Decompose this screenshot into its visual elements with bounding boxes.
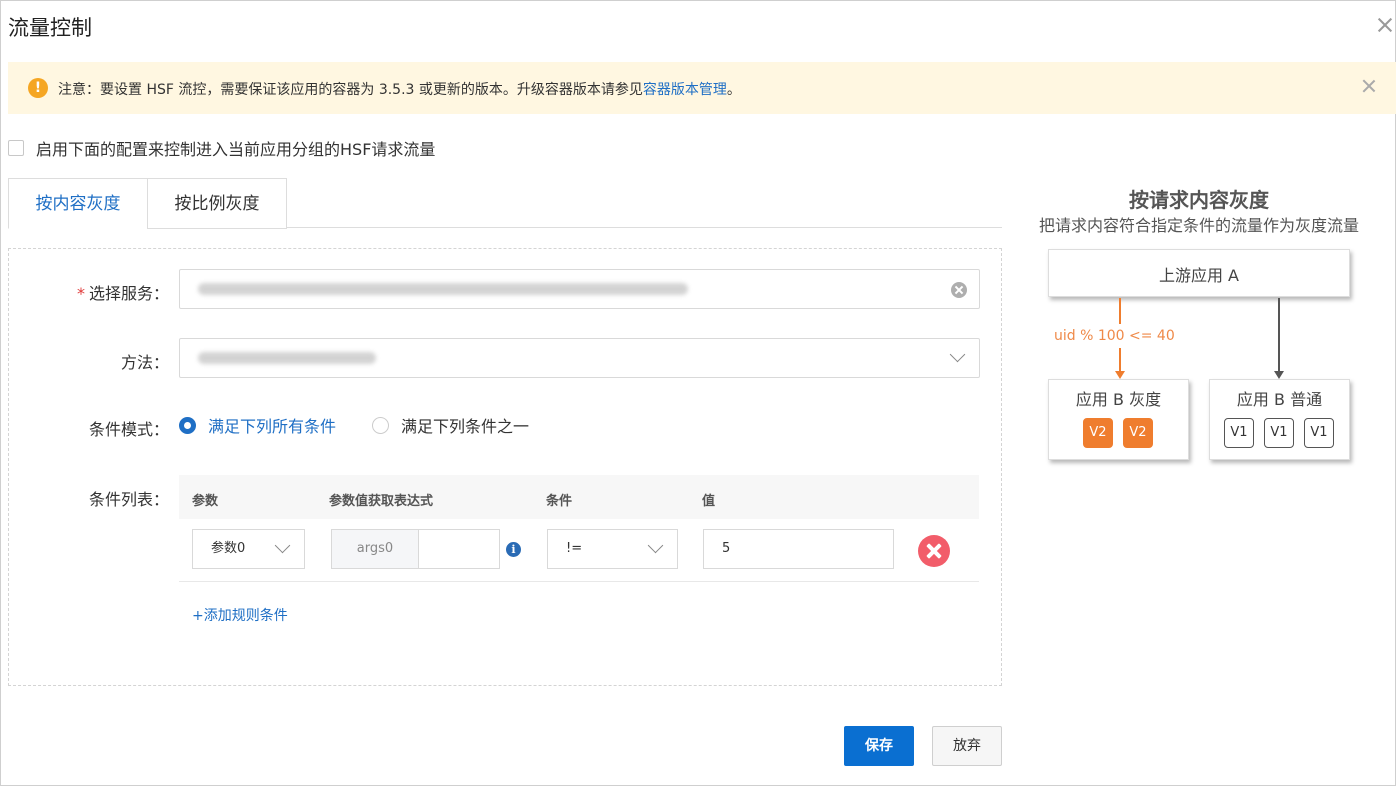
- notice-message: 注意：要设置 HSF 流控，需要保证该应用的容器为 3.5.3 或更新的版本。升…: [58, 82, 643, 98]
- value-input[interactable]: 5: [703, 529, 894, 569]
- save-button[interactable]: 保存: [844, 726, 914, 766]
- header-operator: 条件: [546, 494, 573, 509]
- notice-banner: ! 注意：要设置 HSF 流控，需要保证该应用的容器为 3.5.3 或更新的版本…: [8, 62, 1396, 114]
- operator-select[interactable]: !=: [547, 529, 678, 569]
- expr-input[interactable]: [418, 529, 500, 569]
- container-version-link[interactable]: 容器版本管理: [643, 82, 727, 98]
- close-icon[interactable]: [1376, 16, 1394, 34]
- operator-select-value: !=: [566, 541, 583, 556]
- mode-option-all-label: 满足下列所有条件: [208, 417, 337, 436]
- gray-diagram: 按请求内容灰度 把请求内容符合指定条件的流量作为灰度流量 上游应用 A uid …: [1004, 178, 1394, 478]
- enable-checkbox[interactable]: [8, 140, 24, 156]
- param-select-value: 参数0: [211, 541, 246, 556]
- version-chip: V1: [1304, 418, 1334, 448]
- service-label: * 选择服务：: [9, 280, 169, 304]
- mode-label: 条件模式：: [88, 420, 169, 439]
- delete-condition-icon[interactable]: [918, 535, 950, 567]
- normal-arrow-head: [1274, 371, 1284, 379]
- config-panel: * 选择服务： 方法： 条件模式： 满足下列所有条件 满足下列条件之一 条件列表：…: [8, 248, 1002, 686]
- version-chip: V2: [1083, 418, 1113, 448]
- info-icon[interactable]: i: [506, 542, 521, 557]
- param-select[interactable]: 参数0: [192, 529, 305, 569]
- service-value-redacted: [198, 283, 688, 295]
- expr-prefix: args0: [331, 529, 419, 569]
- notice-suffix: 。: [726, 82, 741, 98]
- header-value: 值: [702, 494, 716, 509]
- add-condition-link[interactable]: +添加规则条件: [192, 605, 288, 625]
- warning-icon: !: [28, 78, 48, 98]
- gray-app-label: 应用 B 灰度: [1075, 390, 1162, 409]
- normal-app-label: 应用 B 普通: [1236, 390, 1323, 409]
- header-expr: 参数值获取表达式: [329, 494, 434, 509]
- service-label-text: 选择服务：: [88, 284, 169, 303]
- mode-radio-all[interactable]: 满足下列所有条件: [179, 413, 336, 437]
- mode-option-any-label: 满足下列条件之一: [401, 417, 530, 436]
- notice-text: 注意：要设置 HSF 流控，需要保证该应用的容器为 3.5.3 或更新的版本。升…: [58, 79, 741, 99]
- mode-radio-any[interactable]: 满足下列条件之一: [372, 413, 529, 437]
- enable-row: 启用下面的配置来控制进入当前应用分组的HSF请求流量: [8, 136, 435, 160]
- table-header: 参数 参数值获取表达式 条件 值: [179, 475, 979, 519]
- tab-content-gray[interactable]: 按内容灰度: [8, 178, 148, 229]
- notice-close-icon[interactable]: [1362, 79, 1376, 93]
- mode-radio-group: 满足下列所有条件 满足下列条件之一: [179, 413, 565, 437]
- required-mark: *: [76, 284, 85, 303]
- radio-unchecked-icon: [372, 416, 390, 434]
- service-select[interactable]: [179, 269, 980, 309]
- method-value-redacted: [198, 352, 376, 364]
- dialog-title: 流量控制: [8, 16, 92, 40]
- enable-label: 启用下面的配置来控制进入当前应用分组的HSF请求流量: [36, 140, 436, 159]
- method-select[interactable]: [179, 338, 980, 378]
- gray-app-box: 应用 B 灰度 V2 V2: [1048, 379, 1189, 460]
- header-param: 参数: [192, 494, 219, 509]
- gray-arrow-head: [1115, 371, 1125, 379]
- chevron-down-icon: [949, 346, 966, 363]
- version-chip: V2: [1123, 418, 1153, 448]
- version-chip: V1: [1264, 418, 1294, 448]
- gray-condition-label: uid % 100 <= 40: [1054, 328, 1175, 344]
- version-chip: V1: [1224, 418, 1254, 448]
- clear-icon[interactable]: [951, 282, 967, 298]
- chevron-down-icon: [274, 537, 291, 554]
- tab-ratio-gray[interactable]: 按比例灰度: [147, 178, 287, 229]
- condition-table: 参数 参数值获取表达式 条件 值 参数0 args0 i != 5: [179, 475, 979, 583]
- list-label: 条件列表：: [88, 490, 169, 509]
- radio-checked-icon: [179, 416, 196, 434]
- tab-bar: 按内容灰度 按比例灰度: [8, 178, 1002, 229]
- table-row: 参数0 args0 i != 5: [179, 519, 979, 582]
- method-label: 方法：: [120, 353, 169, 372]
- normal-app-box: 应用 B 普通 V1 V1 V1: [1209, 379, 1350, 460]
- chevron-down-icon: [647, 537, 664, 554]
- cancel-button[interactable]: 放弃: [932, 726, 1002, 766]
